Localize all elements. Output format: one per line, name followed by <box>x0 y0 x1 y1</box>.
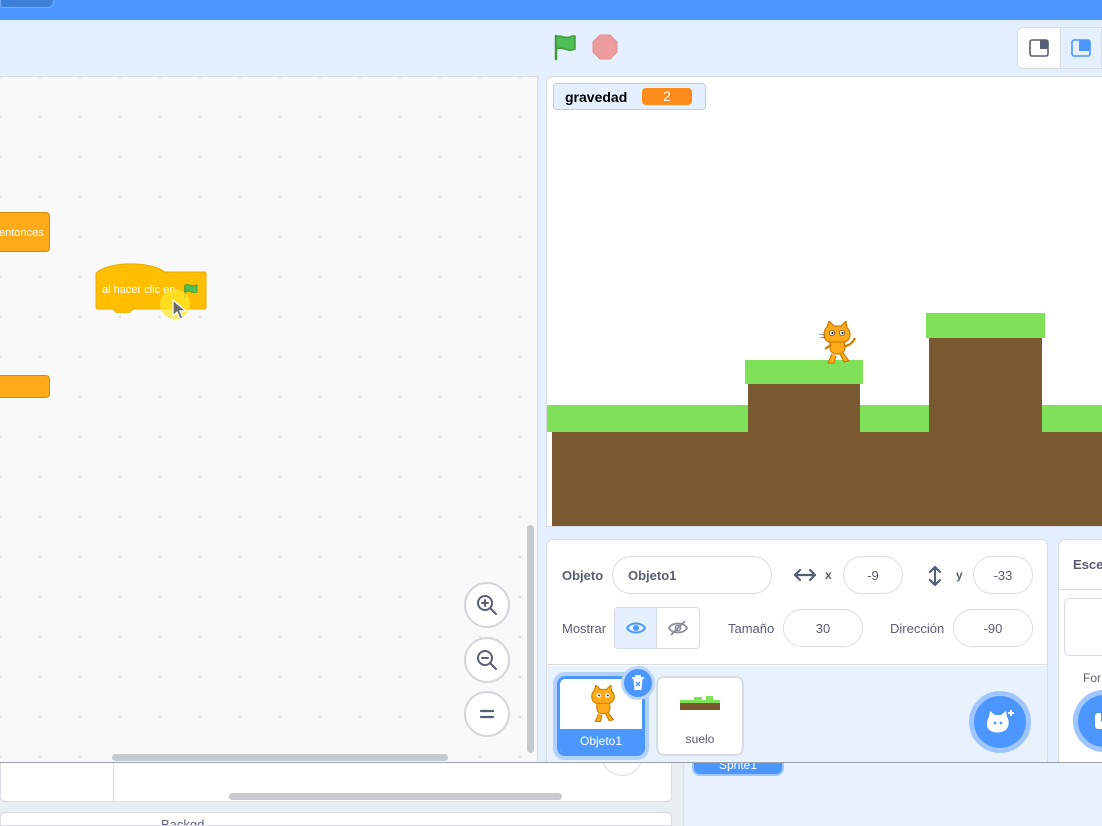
size-label: Tamaño <box>728 621 775 636</box>
ground-thumbnail-icon <box>680 696 720 710</box>
x-position-input[interactable]: -9 <box>843 556 903 594</box>
mouse-cursor-icon <box>172 298 188 321</box>
menu-tab[interactable] <box>0 0 54 8</box>
hide-sprite-button[interactable] <box>657 608 699 648</box>
ground-backdrop <box>547 313 1102 526</box>
sprite-thumbnail-suelo[interactable]: suelo <box>656 676 744 756</box>
y-label: y <box>956 568 963 582</box>
background-panel: Backgd <box>0 812 672 826</box>
stage[interactable]: gravedad 2 <box>546 76 1102 527</box>
sprite-name: Objeto1 <box>560 729 642 753</box>
variable-value: 2 <box>642 88 692 105</box>
stage-target-pane: Esce For <box>1058 539 1102 762</box>
variable-name: gravedad <box>565 88 628 105</box>
block-label: entonces <box>0 227 44 239</box>
horizontal-scrollbar[interactable] <box>112 754 448 761</box>
zoom-in-icon <box>477 595 497 615</box>
cat-thumbnail-icon <box>591 685 615 723</box>
when-flag-clicked-block[interactable]: al hacer clic en <box>95 263 207 313</box>
stage-pane-header: Esce <box>1059 540 1102 590</box>
add-backdrop-button[interactable] <box>1073 690 1102 752</box>
zoom-reset-button[interactable] <box>464 691 510 737</box>
sprite-name-label: Objeto <box>562 568 604 583</box>
background-sprite-area: Sprite1 <box>683 758 1102 826</box>
sprite-pane: Objeto Objeto1 x -9 y -33 Mostrar Tamaño… <box>546 539 1048 762</box>
background-window: Backgd Sprite1 <box>0 750 1102 826</box>
visibility-toggle <box>614 607 700 649</box>
if-then-block[interactable]: entonces <box>0 212 50 252</box>
horizontal-arrows-icon <box>793 568 817 582</box>
eye-slash-icon <box>668 620 688 636</box>
sprite-name-input[interactable]: Objeto1 <box>612 556 772 594</box>
size-input[interactable]: 30 <box>783 609 863 647</box>
cat-plus-icon <box>986 710 1014 733</box>
zoom-out-button[interactable] <box>464 637 510 683</box>
vertical-scrollbar[interactable] <box>527 525 534 753</box>
stage-thumbnail[interactable] <box>1064 598 1102 656</box>
stage-pane-title: Esce <box>1073 557 1102 572</box>
direction-label: Dirección <box>890 621 945 636</box>
green-flag-icon[interactable] <box>550 32 580 62</box>
vertical-arrows-icon <box>928 565 942 587</box>
backdrops-label: For <box>1083 671 1101 685</box>
scratch-editor: entonces al hacer clic en gravedad 2 Obj… <box>0 0 1102 763</box>
platform-right-dirt <box>929 335 1042 432</box>
add-sprite-button[interactable] <box>969 691 1031 753</box>
small-stage-button[interactable] <box>1018 28 1060 68</box>
sprite-info: Objeto Objeto1 x -9 y -33 Mostrar Tamaño… <box>547 540 1047 665</box>
sprite-selector: Objeto1 suelo <box>547 666 1047 762</box>
platform-left-dirt <box>748 382 860 432</box>
control-block-end[interactable] <box>0 375 50 398</box>
divider <box>113 760 114 802</box>
dirt-base-top <box>552 432 1102 526</box>
show-sprite-button[interactable] <box>615 608 658 648</box>
equals-icon <box>479 709 495 719</box>
code-workspace[interactable]: entonces al hacer clic en <box>0 76 538 762</box>
background-panel-text: Backgd <box>161 817 205 826</box>
stop-icon[interactable] <box>592 34 618 60</box>
cat-sprite[interactable] <box>817 319 857 367</box>
background-scrollbar <box>229 793 562 800</box>
eye-icon <box>625 622 646 634</box>
background-code-area <box>0 750 672 802</box>
platform-right-grass <box>926 313 1045 338</box>
trash-icon <box>632 675 644 690</box>
variable-monitor[interactable]: gravedad 2 <box>553 83 706 110</box>
direction-input[interactable]: -90 <box>953 609 1033 647</box>
stage-size-toggle <box>1017 27 1102 69</box>
backdrop-icon <box>1095 713 1102 729</box>
menu-bar <box>0 0 1102 20</box>
sprite-name: suelo <box>685 732 715 746</box>
delete-sprite-button[interactable] <box>621 666 655 700</box>
x-label: x <box>825 568 832 582</box>
zoom-out-icon <box>477 650 497 670</box>
stage-header <box>0 20 1102 76</box>
show-label: Mostrar <box>562 621 607 636</box>
y-position-input[interactable]: -33 <box>973 556 1033 594</box>
zoom-in-button[interactable] <box>464 582 510 628</box>
large-stage-button[interactable] <box>1059 28 1101 68</box>
